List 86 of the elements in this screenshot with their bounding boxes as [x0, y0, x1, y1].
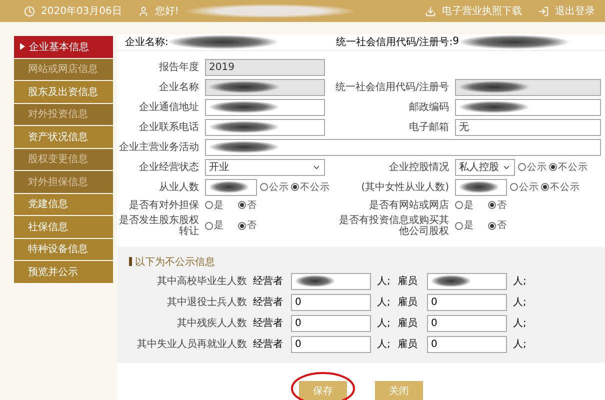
radio-option[interactable]: 是: [455, 219, 474, 232]
number-field[interactable]: 0: [291, 314, 371, 332]
text-field[interactable]: [205, 98, 325, 116]
field-label: 电子邮箱: [408, 122, 449, 132]
sidebar-item[interactable]: 特种设备信息: [14, 238, 113, 260]
field-label: 其中高校毕业生人数: [156, 276, 247, 286]
greeting-text: 您好!: [154, 5, 179, 18]
field-label: 其中失业人员再就业人数: [136, 338, 247, 350]
field-label: 从业人数: [158, 182, 199, 192]
sidebar-item[interactable]: 社保信息: [14, 216, 113, 238]
field-label: 是否有网站或网店: [368, 200, 449, 210]
unit-text: 人;: [377, 317, 390, 330]
clock-icon: [24, 6, 35, 16]
section-title: 以下为不公示信息: [135, 256, 215, 268]
text-field[interactable]: 2019: [205, 58, 325, 76]
text-field[interactable]: [455, 98, 601, 116]
number-field[interactable]: [427, 272, 507, 290]
field-label: 是否有对外担保: [128, 200, 199, 210]
field-label: 企业联系电话: [138, 122, 199, 132]
field-label: 是否有投资信息或购买其他公司股权: [338, 214, 449, 236]
number-field[interactable]: 0: [427, 294, 507, 310]
radio-option[interactable]: 是: [455, 198, 474, 212]
field-label: 企业经营状态: [138, 162, 199, 172]
role-label: 雇员: [397, 274, 418, 288]
summary-label: 统一社会信用代码/注册号:: [336, 36, 453, 49]
summary-value: 9: [452, 36, 459, 48]
summary-label: 企业名称:: [125, 36, 168, 49]
radio-option[interactable]: 不公示: [291, 180, 330, 194]
sidebar-item[interactable]: 预览并公示: [14, 261, 113, 282]
field-label: 报告年度: [158, 62, 199, 72]
field-label: 企业名称: [158, 82, 199, 92]
radio-option[interactable]: 否: [238, 219, 257, 232]
radio-option[interactable]: 否: [488, 219, 507, 232]
date-text: 2020年03月06日: [41, 5, 122, 18]
triangle-icon: [20, 43, 25, 50]
number-field[interactable]: 0: [427, 314, 507, 332]
text-field[interactable]: 无: [455, 118, 601, 136]
unit-text: 人;: [377, 296, 390, 309]
text-field[interactable]: [205, 138, 601, 156]
unit-text: 人;: [377, 275, 390, 288]
text-field[interactable]: [205, 78, 325, 96]
unit-text: 人;: [513, 338, 525, 351]
role-label: 经营者: [253, 274, 284, 288]
field-label: (其中女性从业人数): [360, 182, 449, 192]
text-field[interactable]: [455, 178, 507, 196]
unit-text: 人;: [513, 296, 525, 309]
radio-option[interactable]: 否: [488, 198, 507, 212]
radio-option[interactable]: 是: [205, 198, 224, 212]
radio-option[interactable]: 否: [238, 198, 257, 212]
number-field[interactable]: 0: [291, 336, 371, 352]
radio-option[interactable]: 公示: [260, 180, 289, 194]
radio-option[interactable]: 不公示: [549, 160, 588, 174]
role-label: 雇员: [397, 296, 418, 309]
unit-text: 人;: [513, 317, 525, 330]
role-label: 雇员: [397, 338, 418, 351]
field-label: 其中退役士兵人数: [166, 296, 247, 308]
number-field[interactable]: [291, 272, 371, 290]
role-label: 雇员: [397, 316, 418, 330]
sidebar-item[interactable]: 资产状况信息: [14, 126, 113, 148]
sidebar-item[interactable]: 企业基本信息: [14, 36, 113, 58]
select-field[interactable]: 私人控股: [455, 158, 515, 176]
radio-option[interactable]: 公示: [510, 180, 539, 194]
radio-option[interactable]: 不公示: [541, 180, 580, 194]
select-field[interactable]: 开业: [205, 158, 325, 176]
field-label: 企业主营业务活动: [118, 142, 199, 152]
field-label: 其中残疾人人数: [176, 318, 247, 328]
unit-text: 人;: [513, 275, 525, 288]
sidebar-item[interactable]: 党建信息: [14, 194, 113, 215]
text-field[interactable]: [205, 178, 257, 196]
role-label: 经营者: [253, 316, 284, 330]
radio-option[interactable]: 公示: [518, 160, 547, 174]
role-label: 经营者: [253, 296, 284, 309]
text-field[interactable]: [455, 78, 601, 96]
radio-option[interactable]: 是: [205, 219, 224, 232]
sidebar-item[interactable]: 股东及出资信息: [14, 81, 113, 102]
user-icon: [138, 6, 149, 16]
role-label: 经营者: [253, 338, 284, 351]
field-label: 企业通信地址: [138, 102, 199, 112]
number-field[interactable]: 0: [427, 336, 507, 352]
unit-text: 人;: [377, 338, 390, 351]
field-label: 企业控股情况: [388, 162, 449, 172]
field-label: 统一社会信用代码/注册号: [334, 82, 449, 92]
field-label: 是否发生股东股权转让: [118, 214, 199, 236]
field-label: 邮政编码: [408, 102, 449, 112]
number-field[interactable]: 0: [291, 294, 371, 310]
text-field[interactable]: [205, 118, 325, 136]
